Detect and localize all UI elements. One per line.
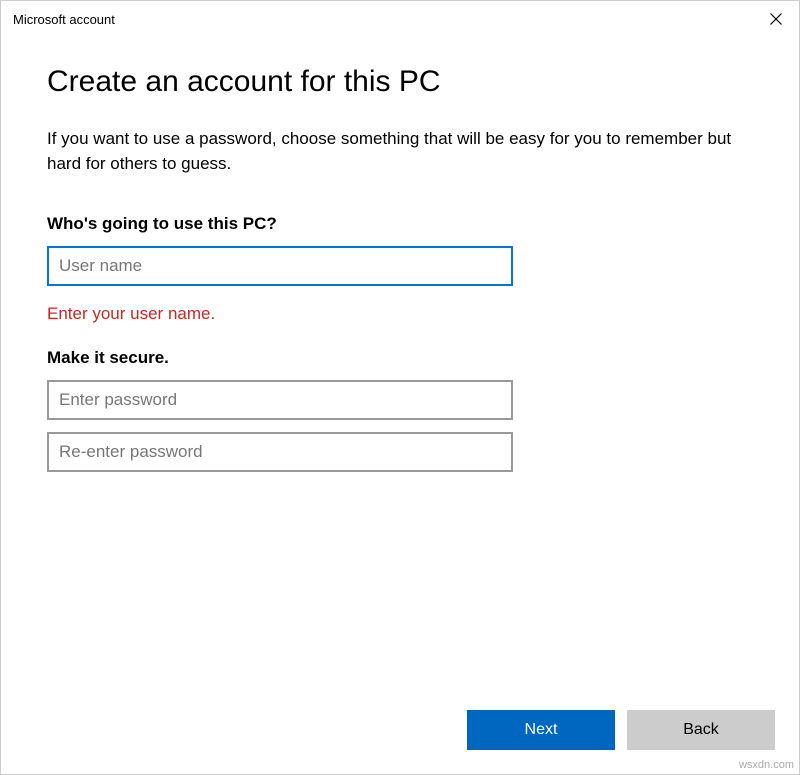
page-heading: Create an account for this PC — [47, 65, 753, 99]
password-group — [47, 380, 753, 484]
username-section-label: Who's going to use this PC? — [47, 214, 753, 234]
username-input[interactable] — [47, 246, 513, 286]
username-error: Enter your user name. — [47, 304, 753, 324]
dialog-window: Microsoft account Create an account for … — [0, 0, 800, 775]
close-button[interactable] — [753, 1, 799, 37]
next-button[interactable]: Next — [467, 710, 615, 750]
window-title: Microsoft account — [13, 12, 115, 27]
page-description: If you want to use a password, choose so… — [47, 127, 753, 176]
password-confirm-input[interactable] — [47, 432, 513, 472]
titlebar: Microsoft account — [1, 1, 799, 37]
watermark: wsxdn.com — [739, 759, 794, 771]
password-section-label: Make it secure. — [47, 348, 753, 368]
back-button[interactable]: Back — [627, 710, 775, 750]
close-icon — [770, 13, 782, 25]
password-input[interactable] — [47, 380, 513, 420]
footer: Next Back — [1, 710, 799, 774]
content-area: Create an account for this PC If you wan… — [1, 37, 799, 710]
